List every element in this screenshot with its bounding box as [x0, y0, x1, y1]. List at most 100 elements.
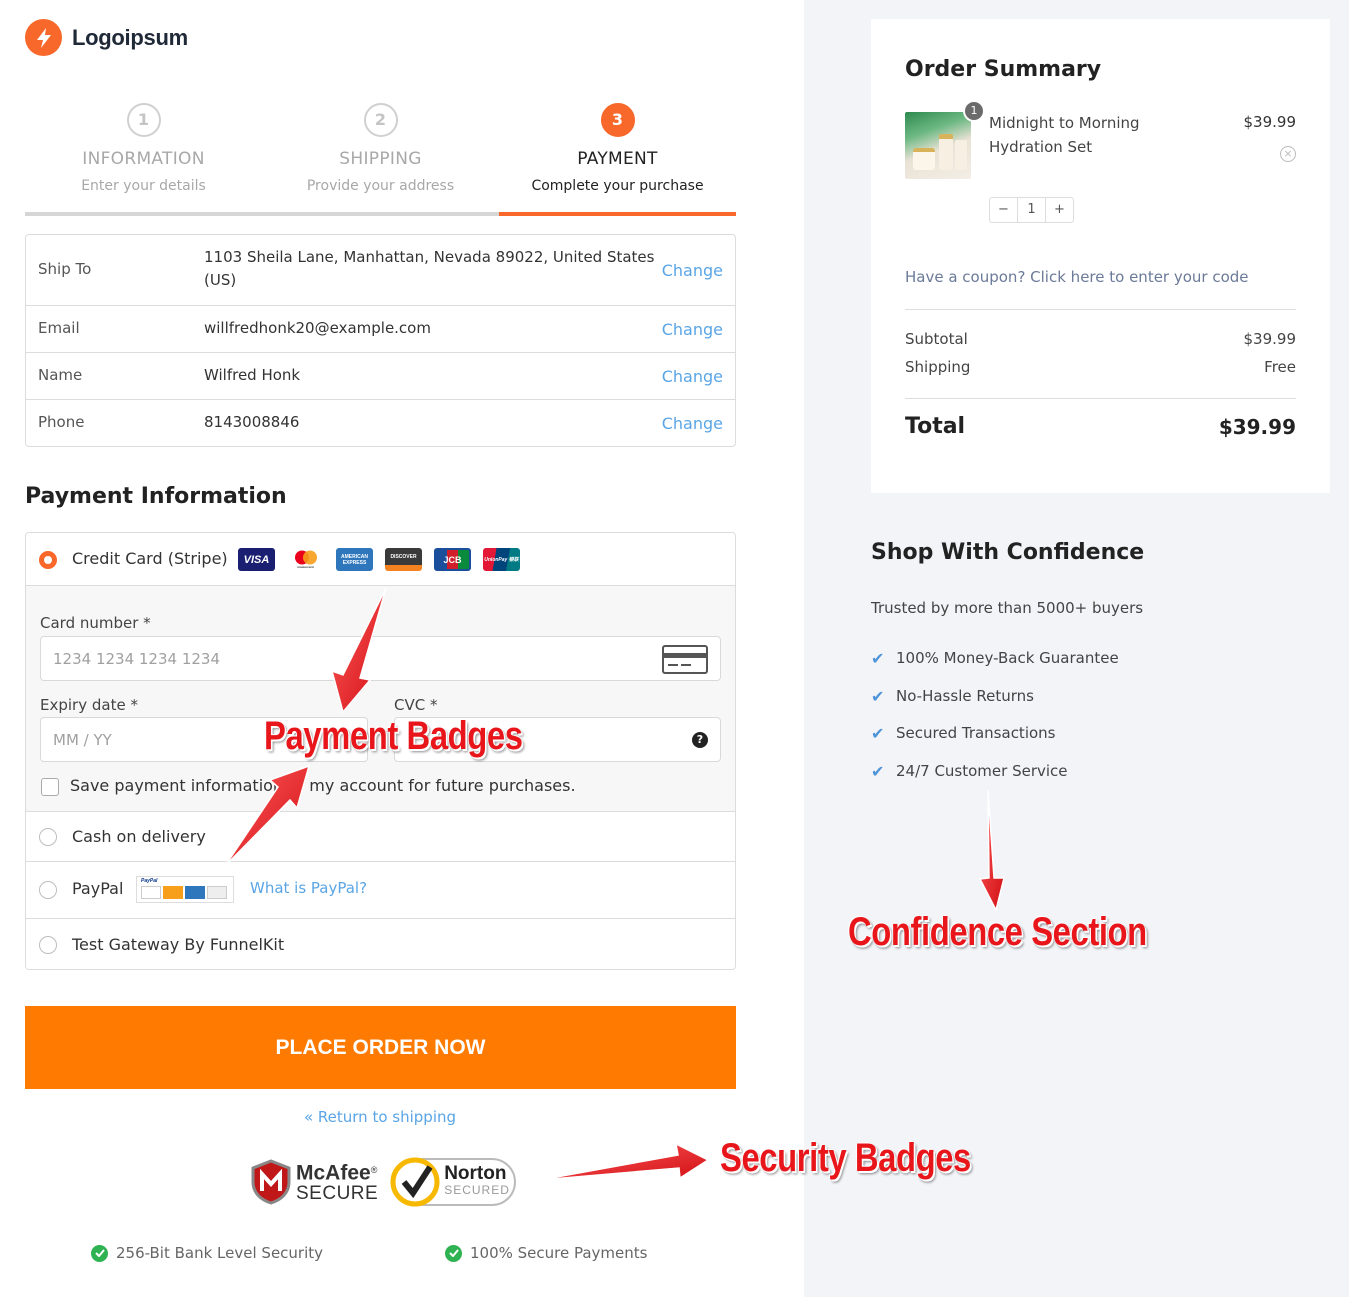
- increase-quantity-button[interactable]: +: [1046, 198, 1073, 222]
- step-information[interactable]: 1 INFORMATION Enter your details: [25, 103, 262, 194]
- change-link[interactable]: Change: [662, 320, 723, 339]
- confidence-list: ✔ 100% Money-Back Guarantee ✔ No-Hassle Re…: [871, 649, 1119, 799]
- stripe-radio[interactable]: [39, 551, 57, 569]
- order-summary: Order Summary 1 Midnight to Morning Hydr…: [871, 19, 1330, 493]
- total-row: Total $39.99: [905, 414, 1296, 439]
- review-label: Name: [38, 366, 83, 384]
- step-number: 3: [600, 103, 635, 137]
- review-value: Wilfred Honk: [204, 366, 301, 384]
- confidence-item: ✔ 100% Money-Back Guarantee: [871, 649, 1119, 668]
- check-icon: ✔: [871, 761, 885, 781]
- total-label: Total: [905, 414, 966, 439]
- credit-card-icon: [662, 645, 708, 674]
- quantity-input[interactable]: 1: [1017, 198, 1046, 222]
- norton-badge: Norton SECURED: [390, 1157, 517, 1207]
- cvc-label: CVC *: [394, 696, 438, 714]
- place-order-button[interactable]: PLACE ORDER NOW: [25, 1006, 736, 1089]
- step-number: 1: [126, 103, 161, 137]
- paypal-cards-badge: PayPal: [136, 876, 234, 903]
- check-circle-icon: [91, 1244, 108, 1262]
- check-icon: ✔: [871, 724, 885, 743]
- payment-option-stripe[interactable]: Credit Card (Stripe) VISA mastercard AME…: [26, 533, 735, 586]
- trust-item-secure-payments: 100% Secure Payments: [445, 1244, 647, 1262]
- payment-option-cod[interactable]: Cash on delivery: [26, 812, 735, 862]
- step-title: SHIPPING: [339, 149, 422, 169]
- cod-label: Cash on delivery: [72, 827, 206, 846]
- check-circle-icon: [445, 1244, 462, 1262]
- step-payment[interactable]: 3 PAYMENT Complete your purchase: [499, 103, 736, 194]
- card-number-label: Card number *: [40, 614, 151, 632]
- stripe-card-form: Card number * 1234 1234 1234 1234 Expiry…: [26, 586, 735, 812]
- annotation-confidence-section: Confidence Section: [848, 910, 1147, 954]
- quantity-stepper: − 1 +: [989, 197, 1074, 223]
- security-badges: McAfee® SECURE Norton SECURED: [250, 1157, 517, 1207]
- card-badges: VISA mastercard AMERICAN EXPRESS DISCOVE…: [238, 548, 520, 571]
- bolt-icon: [25, 19, 62, 56]
- divider: [905, 398, 1296, 399]
- unionpay-badge: UnionPay 银联: [483, 548, 520, 571]
- card-number-placeholder: 1234 1234 1234 1234: [53, 650, 220, 668]
- step-title: PAYMENT: [577, 149, 658, 169]
- paypal-radio[interactable]: [39, 881, 57, 899]
- review-label: Phone: [38, 413, 85, 431]
- expiry-label: Expiry date *: [40, 696, 138, 714]
- payment-heading: Payment Information: [25, 484, 287, 509]
- decrease-quantity-button[interactable]: −: [990, 198, 1017, 222]
- annotation-payment-badges: Payment Badges: [264, 714, 523, 758]
- visa-badge: VISA: [238, 548, 275, 571]
- confidence-item: ✔ No-Hassle Returns: [871, 686, 1034, 706]
- change-link[interactable]: Change: [662, 367, 723, 386]
- review-row-name: Name Wilfred Honk Change: [26, 353, 735, 400]
- mastercard-badge: mastercard: [287, 548, 324, 571]
- check-icon: ✔: [871, 686, 885, 706]
- confidence-title: Shop With Confidence: [871, 540, 1145, 565]
- subtotal-row: Subtotal $39.99: [905, 330, 1296, 348]
- change-link[interactable]: Change: [662, 261, 723, 280]
- payment-option-test-gateway[interactable]: Test Gateway By FunnelKit: [26, 919, 735, 969]
- help-icon[interactable]: ?: [692, 732, 708, 748]
- step-number: 2: [363, 103, 398, 137]
- shipping-value: Free: [1264, 358, 1296, 376]
- what-is-paypal-link[interactable]: What is PayPal?: [250, 879, 367, 897]
- step-shipping[interactable]: 2 SHIPPING Provide your address: [262, 103, 499, 194]
- logo[interactable]: Logoipsum: [25, 19, 188, 56]
- remove-item-icon[interactable]: ×: [1280, 146, 1296, 162]
- confidence-item: ✔ Secured Transactions: [871, 724, 1056, 743]
- cod-radio[interactable]: [39, 828, 57, 846]
- product-name: Midnight to Morning Hydration Set: [989, 114, 1140, 156]
- trust-item-bank-security: 256-Bit Bank Level Security: [91, 1244, 323, 1262]
- checkout-main: Logoipsum 1 INFORMATION Enter your detai…: [0, 0, 804, 1297]
- product-price: $39.99: [1243, 113, 1297, 131]
- discover-badge: DISCOVER: [385, 548, 422, 571]
- norton-check-icon: [390, 1157, 440, 1207]
- card-number-input[interactable]: 1234 1234 1234 1234: [40, 636, 721, 681]
- review-value: 1103 Sheila Lane, Manhattan, Nevada 8902…: [204, 248, 655, 289]
- test-gateway-radio[interactable]: [39, 936, 57, 954]
- subtotal-label: Subtotal: [905, 330, 968, 348]
- save-payment-label: Save payment information to my account f…: [70, 776, 576, 795]
- order-summary-title: Order Summary: [905, 57, 1102, 82]
- coupon-link[interactable]: Have a coupon? Click here to enter your …: [905, 268, 1249, 286]
- amex-badge: AMERICAN EXPRESS: [336, 548, 373, 571]
- review-label: Ship To: [38, 260, 92, 278]
- divider: [905, 309, 1296, 310]
- checkout-steps: 1 INFORMATION Enter your details 2 SHIPP…: [25, 103, 736, 217]
- confidence-item: ✔ 24/7 Customer Service: [871, 761, 1068, 781]
- return-to-shipping-link[interactable]: « Return to shipping: [0, 1108, 760, 1126]
- review-table: Ship To 1103 Sheila Lane, Manhattan, Nev…: [25, 234, 736, 447]
- logo-text: Logoipsum: [72, 24, 188, 50]
- jcb-badge: JCB: [434, 548, 471, 571]
- step-subtitle: Complete your purchase: [531, 178, 704, 194]
- save-payment-checkbox[interactable]: [41, 778, 59, 796]
- review-label: Email: [38, 319, 80, 337]
- step-title: INFORMATION: [82, 149, 205, 169]
- change-link[interactable]: Change: [662, 414, 723, 433]
- payment-option-paypal[interactable]: PayPal PayPal What is PayPal?: [26, 862, 735, 919]
- review-row-email: Email willfredhonk20@example.com Change: [26, 306, 735, 353]
- product-thumbnail: [905, 112, 971, 179]
- quantity-badge: 1: [963, 100, 985, 122]
- step-progress-bar: [25, 212, 736, 216]
- step-subtitle: Provide your address: [306, 178, 455, 194]
- shipping-label: Shipping: [905, 358, 971, 376]
- confidence-subtitle: Trusted by more than 5000+ buyers: [871, 599, 1144, 617]
